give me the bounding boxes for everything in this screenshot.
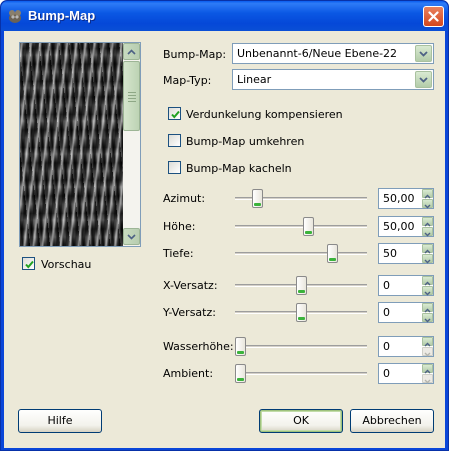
- preview-checkbox[interactable]: [22, 257, 35, 270]
- tiefe-spinbox[interactable]: 50: [378, 243, 434, 264]
- x-versatz-spinbox[interactable]: 0: [378, 275, 434, 296]
- chevron-down-icon: [424, 204, 431, 209]
- y-versatz-spinbox[interactable]: 0: [378, 302, 434, 323]
- maptyp-select[interactable]: Linear: [232, 69, 434, 90]
- close-button[interactable]: [423, 6, 444, 27]
- tiefe-decrement-button[interactable]: [422, 254, 433, 264]
- azimut-increment-button[interactable]: [422, 189, 433, 199]
- x-versatz-decrement-button[interactable]: [422, 286, 433, 296]
- invert-bumpmap-checkbox[interactable]: [168, 134, 181, 147]
- cancel-button[interactable]: Abbrechen: [350, 409, 434, 433]
- ambient-decrement-button: [422, 374, 433, 384]
- checkmark-icon: [171, 110, 180, 119]
- wasserhöhe-decrement-button: [422, 347, 433, 357]
- y-versatz-label: Y-Versatz:: [163, 306, 216, 319]
- chevron-up-icon: [127, 48, 136, 55]
- ambient-label: Ambient:: [163, 367, 214, 380]
- title-bar[interactable]: Bump-Map: [1, 1, 448, 31]
- höhe-value[interactable]: 50,00: [383, 220, 415, 233]
- wasserhöhe-value[interactable]: 0: [383, 340, 390, 353]
- compensate-darkening-label[interactable]: Verdunkelung kompensieren: [186, 108, 343, 121]
- y-versatz-decrement-button[interactable]: [422, 313, 433, 323]
- bump-map-dialog: Bump-Map Vorschau Bump-Map: Unbenannt-6/…: [0, 0, 449, 451]
- preview-panel: [19, 42, 141, 247]
- azimut-spinbox[interactable]: 50,00: [378, 188, 434, 209]
- ambient-spinbox[interactable]: 0: [378, 363, 434, 384]
- azimut-spin-buttons: [422, 189, 433, 209]
- chevron-down-icon: [424, 259, 431, 264]
- bumpmap-value: Unbenannt-6/Neue Ebene-22: [237, 47, 398, 60]
- ambient-value[interactable]: 0: [383, 367, 390, 380]
- tiefe-spin-buttons: [422, 244, 433, 264]
- chevron-down-icon: [419, 50, 428, 57]
- compensate-darkening-checkbox[interactable]: [168, 107, 181, 120]
- checkmark-icon: [25, 260, 34, 269]
- preview-scrollbar[interactable]: [123, 43, 140, 246]
- bumpmap-label: Bump-Map:: [163, 48, 227, 61]
- höhe-spin-buttons: [422, 217, 433, 237]
- tile-bumpmap-checkbox[interactable]: [168, 161, 181, 174]
- y-versatz-value[interactable]: 0: [383, 306, 390, 319]
- wasserhöhe-slider-handle[interactable]: [235, 337, 246, 356]
- x-versatz-spin-buttons: [422, 276, 433, 296]
- maptyp-value: Linear: [237, 73, 272, 86]
- maptyp-dropdown-button[interactable]: [415, 71, 432, 88]
- höhe-increment-button[interactable]: [422, 217, 433, 227]
- wasserhöhe-increment-button[interactable]: [422, 337, 433, 347]
- gimp-wilber-icon: [7, 8, 23, 24]
- chevron-down-icon: [424, 352, 431, 357]
- tiefe-increment-button[interactable]: [422, 244, 433, 254]
- azimut-decrement-button[interactable]: [422, 199, 433, 209]
- scroll-down-button[interactable]: [123, 228, 140, 245]
- dialog-content: Vorschau Bump-Map: Unbenannt-6/Neue Eben…: [4, 31, 445, 448]
- y-versatz-spin-buttons: [422, 303, 433, 323]
- invert-bumpmap-label[interactable]: Bump-Map umkehren: [186, 135, 304, 148]
- y-versatz-slider-handle[interactable]: [296, 303, 307, 322]
- x-versatz-value[interactable]: 0: [383, 279, 390, 292]
- x-versatz-slider-handle[interactable]: [296, 276, 307, 295]
- tile-bumpmap-label[interactable]: Bump-Map kacheln: [186, 162, 292, 175]
- wasserhöhe-label: Wasserhöhe:: [163, 340, 234, 353]
- preview-label[interactable]: Vorschau: [41, 258, 91, 271]
- close-icon: [428, 11, 439, 22]
- höhe-slider-handle[interactable]: [303, 217, 314, 236]
- preview-image: [20, 43, 123, 246]
- bumpmap-select[interactable]: Unbenannt-6/Neue Ebene-22: [232, 43, 434, 64]
- chevron-down-icon: [424, 379, 431, 384]
- höhe-slider-track[interactable]: [235, 225, 367, 228]
- chevron-down-icon: [127, 233, 136, 240]
- tiefe-slider-handle[interactable]: [327, 244, 338, 263]
- ambient-slider-handle[interactable]: [235, 364, 246, 383]
- ambient-increment-button[interactable]: [422, 364, 433, 374]
- bumpmap-dropdown-button[interactable]: [415, 45, 432, 62]
- höhe-label: Höhe:: [163, 220, 196, 233]
- y-versatz-increment-button[interactable]: [422, 303, 433, 313]
- tiefe-label: Tiefe:: [163, 247, 194, 260]
- help-button[interactable]: Hilfe: [18, 409, 102, 433]
- x-versatz-label: X-Versatz:: [163, 279, 218, 292]
- ambient-spin-buttons: [422, 364, 433, 384]
- ok-button[interactable]: OK: [259, 409, 343, 433]
- x-versatz-increment-button[interactable]: [422, 276, 433, 286]
- ambient-slider-track[interactable]: [235, 372, 367, 375]
- scroll-up-button[interactable]: [123, 43, 140, 60]
- chevron-down-icon: [424, 318, 431, 323]
- maptyp-label: Map-Typ:: [163, 74, 212, 87]
- chevron-down-icon: [419, 76, 428, 83]
- azimut-label: Azimut:: [163, 192, 206, 205]
- höhe-spinbox[interactable]: 50,00: [378, 216, 434, 237]
- azimut-value[interactable]: 50,00: [383, 192, 415, 205]
- wasserhöhe-spin-buttons: [422, 337, 433, 357]
- chevron-down-icon: [424, 291, 431, 296]
- wasserhöhe-spinbox[interactable]: 0: [378, 336, 434, 357]
- window-title: Bump-Map: [28, 8, 96, 23]
- azimut-slider-handle[interactable]: [252, 189, 263, 208]
- chevron-down-icon: [424, 232, 431, 237]
- scroll-thumb[interactable]: [123, 61, 140, 131]
- tiefe-value[interactable]: 50: [383, 247, 397, 260]
- höhe-decrement-button[interactable]: [422, 227, 433, 237]
- tiefe-slider-track[interactable]: [235, 252, 367, 255]
- wasserhöhe-slider-track[interactable]: [235, 345, 367, 348]
